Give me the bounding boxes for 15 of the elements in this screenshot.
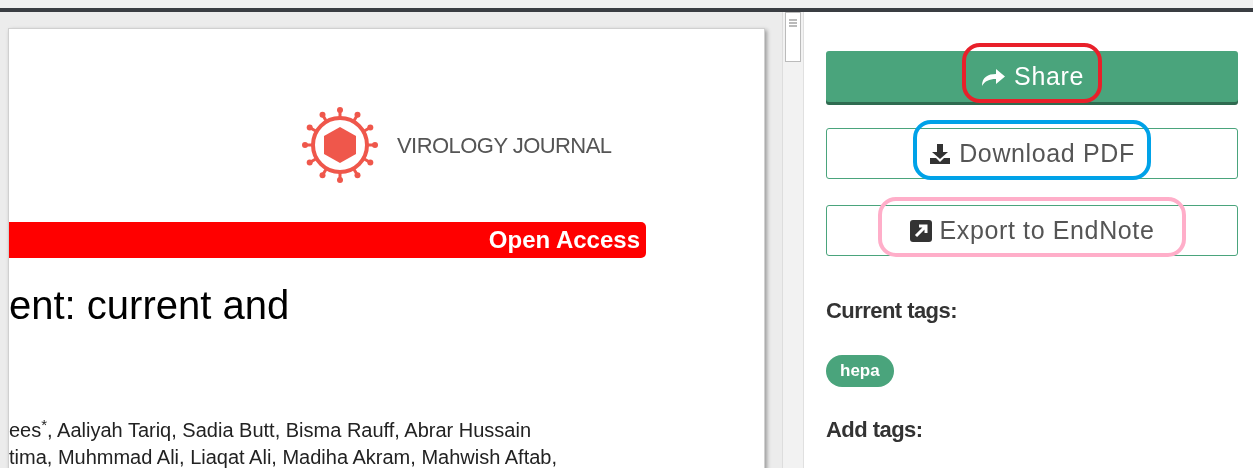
add-tags-heading: Add tags: [826, 416, 924, 444]
scrollbar-thumb[interactable] [785, 12, 801, 62]
author-list-line: ees$^{*}$, Aaliyah Tariq, Sadia Butt, Bisma Rauff, Abrar Hussain [9, 417, 533, 443]
current-tags-heading: Current tags: [826, 297, 958, 325]
external-link-icon [909, 219, 932, 242]
author-list-line: tima, Muhmmad Ali, Liaqat Ali, Madiha Akram, Mahwish Aftab, [9, 445, 558, 468]
share-arrow-icon [980, 66, 1007, 87]
export-button[interactable]: Export to EndNote [826, 205, 1238, 256]
article-title: ent: current and [9, 285, 290, 325]
scrollbar[interactable] [782, 12, 803, 468]
journal-name: VIROLOGY JOURNAL [397, 131, 612, 160]
open-access-label: Open Access [488, 225, 640, 255]
grip-icon [789, 19, 797, 27]
download-icon [929, 142, 952, 165]
download-pdf-button[interactable]: Download PDF [826, 128, 1238, 179]
